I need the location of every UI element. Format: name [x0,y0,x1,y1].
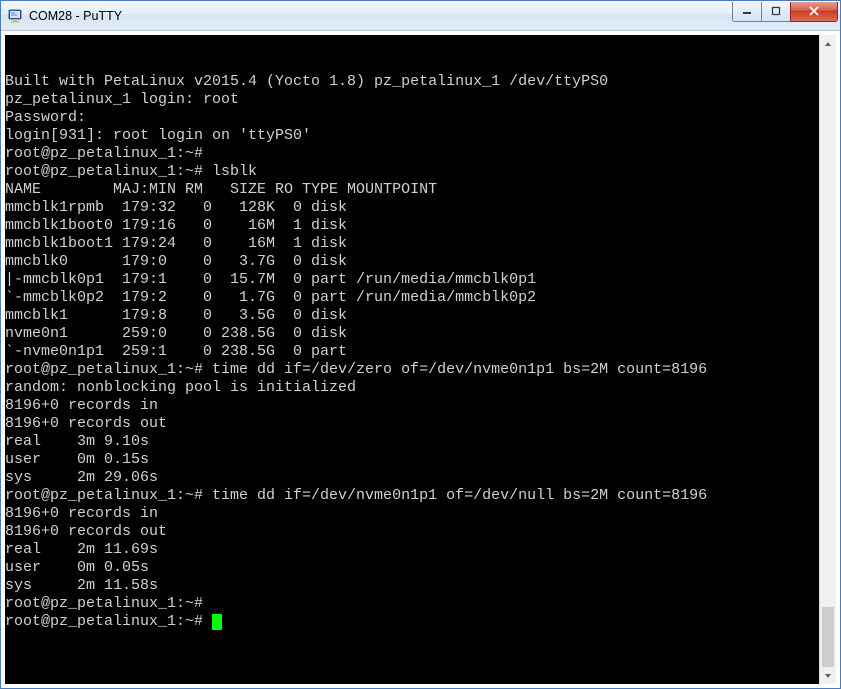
scroll-track[interactable] [820,52,836,667]
scrollbar[interactable] [819,35,836,684]
scroll-thumb[interactable] [822,607,834,667]
terminal-output[interactable]: Built with PetaLinux v2015.4 (Yocto 1.8)… [5,35,836,631]
close-button[interactable] [790,2,838,22]
client-area: Built with PetaLinux v2015.4 (Yocto 1.8)… [1,31,840,688]
minimize-button[interactable] [732,2,762,22]
window-buttons [733,2,840,22]
scroll-up-button[interactable] [820,35,836,52]
titlebar[interactable]: COM28 - PuTTY [1,1,840,31]
putty-icon [7,8,23,24]
putty-window: COM28 - PuTTY Built with PetaLinux v2015… [0,0,841,689]
maximize-button[interactable] [761,2,791,22]
terminal-frame: Built with PetaLinux v2015.4 (Yocto 1.8)… [5,35,836,684]
scroll-down-button[interactable] [820,667,836,684]
window-title: COM28 - PuTTY [29,9,733,23]
terminal-cursor [212,614,222,630]
